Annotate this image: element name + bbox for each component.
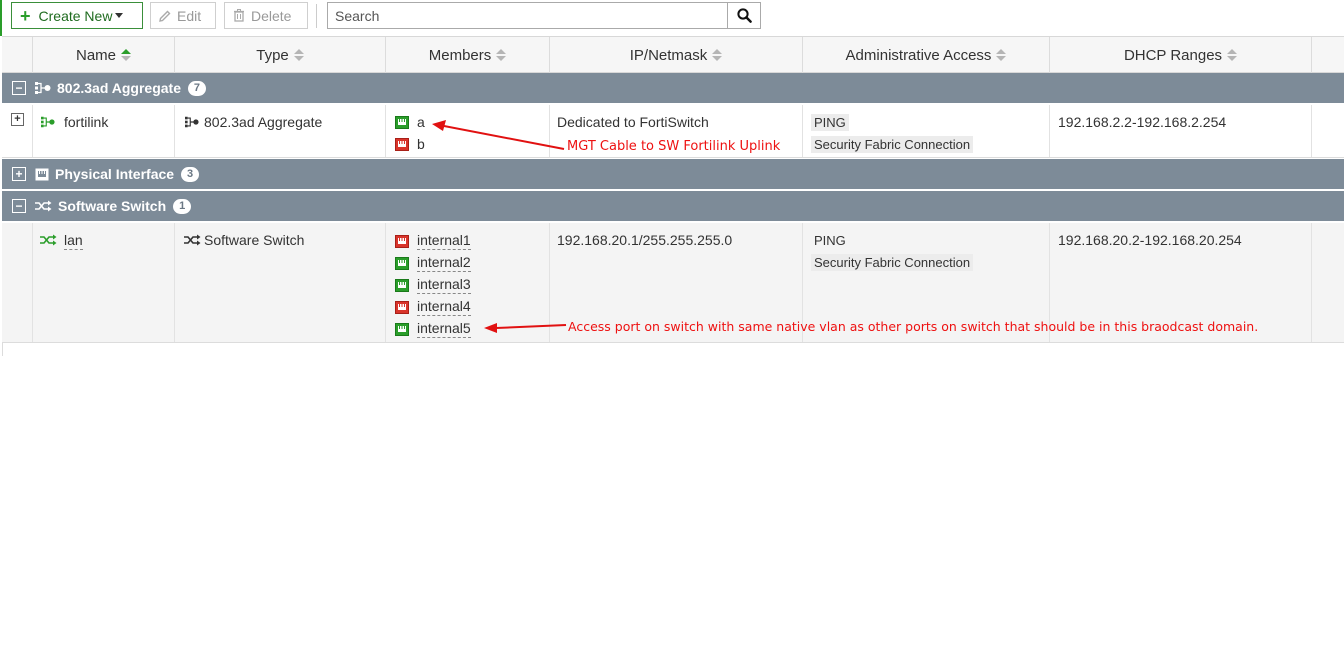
arrow-fortilink <box>432 120 565 150</box>
annotation-fortilink: MGT Cable to SW Fortilink Uplink <box>567 139 781 154</box>
annotation-lan: Access port on switch with same native v… <box>568 319 1259 334</box>
arrow-internal5 <box>484 323 567 333</box>
